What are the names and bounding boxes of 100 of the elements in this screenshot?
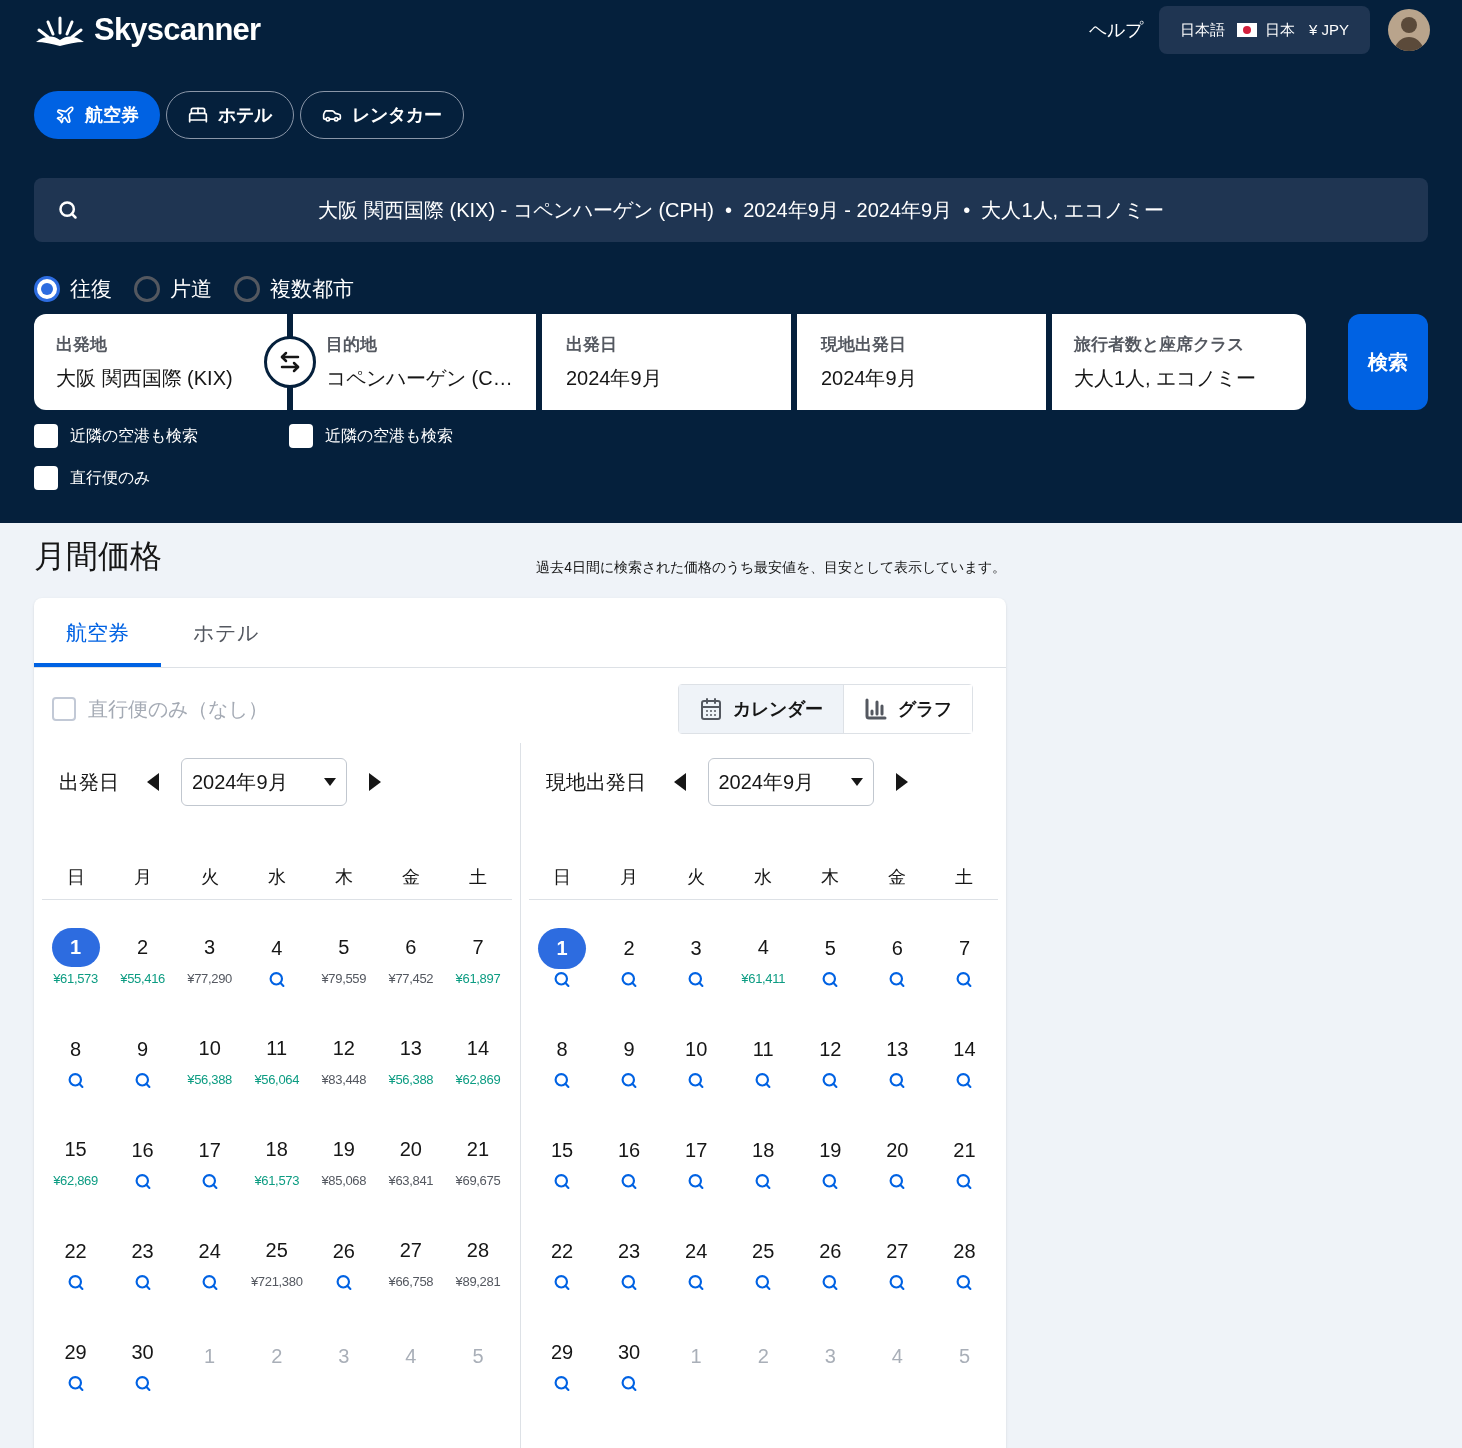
day-button[interactable]: 29 xyxy=(538,1332,587,1373)
day-number: 1 xyxy=(689,1344,703,1369)
day-button[interactable]: 22 xyxy=(538,1231,587,1272)
day-button[interactable]: 25 xyxy=(739,1231,788,1272)
day-button[interactable]: 23 xyxy=(118,1231,167,1272)
checkbox[interactable] xyxy=(34,424,58,448)
search-field[interactable]: 目的地 コペンハーゲン (C… xyxy=(293,314,536,410)
weekday-label: 金 xyxy=(400,865,421,889)
day-button[interactable]: 6 xyxy=(873,928,922,969)
day-button[interactable]: 22 xyxy=(51,1231,100,1272)
day-button[interactable]: 5 xyxy=(806,928,855,969)
view-toggle[interactable]: カレンダー xyxy=(679,685,843,733)
day-button[interactable]: 6 xyxy=(386,928,435,967)
day-button[interactable]: 4 xyxy=(739,928,788,967)
day-button[interactable]: 21 xyxy=(940,1130,989,1171)
day-button[interactable]: 8 xyxy=(51,1029,100,1070)
day-button[interactable]: 4 xyxy=(252,928,301,969)
day-button[interactable]: 20 xyxy=(386,1130,435,1169)
search-field[interactable]: 出発日 2024年9月 xyxy=(542,314,791,410)
checkbox[interactable] xyxy=(289,424,313,448)
day-button[interactable]: 9 xyxy=(118,1029,167,1070)
day-button[interactable]: 1 xyxy=(538,928,587,969)
search-field[interactable]: 現地出発日 2024年9月 xyxy=(797,314,1046,410)
day-button[interactable]: 28 xyxy=(940,1231,989,1272)
day-button[interactable]: 27 xyxy=(873,1231,922,1272)
day-button[interactable]: 11 xyxy=(252,1029,301,1068)
view-toggle[interactable]: グラフ xyxy=(843,685,972,733)
day-button[interactable]: 16 xyxy=(118,1130,167,1171)
radio-button[interactable] xyxy=(134,276,160,302)
day-button[interactable]: 18 xyxy=(252,1130,301,1169)
day-button[interactable]: 2 xyxy=(605,928,654,969)
day-button[interactable]: 3 xyxy=(672,928,721,969)
day-button[interactable]: 25 xyxy=(252,1231,301,1270)
radio-button[interactable] xyxy=(34,276,60,302)
day-button[interactable]: 20 xyxy=(873,1130,922,1171)
day-button[interactable]: 18 xyxy=(739,1130,788,1171)
day-button[interactable]: 19 xyxy=(806,1130,855,1171)
day-button[interactable]: 29 xyxy=(51,1332,100,1373)
day-button[interactable]: 13 xyxy=(873,1029,922,1070)
weekday-label: 水 xyxy=(753,865,774,889)
day-button[interactable]: 14 xyxy=(453,1029,502,1068)
product-tab[interactable]: 航空券 xyxy=(34,91,160,139)
day-button[interactable]: 30 xyxy=(605,1332,654,1373)
weekday-label: 金 xyxy=(887,865,908,889)
day-button[interactable]: 16 xyxy=(605,1130,654,1171)
day-button[interactable]: 7 xyxy=(453,928,502,967)
logo-text[interactable]: Skyscanner xyxy=(94,6,261,54)
day-button[interactable]: 15 xyxy=(51,1130,100,1169)
previous-month-icon[interactable] xyxy=(147,773,159,791)
day-button[interactable]: 19 xyxy=(319,1130,368,1169)
day-number: 2 xyxy=(756,1344,770,1369)
day-button[interactable]: 12 xyxy=(806,1029,855,1070)
day-button[interactable]: 26 xyxy=(319,1231,368,1272)
day-button[interactable]: 1 xyxy=(51,928,100,967)
search-field[interactable]: 旅行者数と座席クラス 大人1人, エコノミー xyxy=(1052,314,1306,410)
card-tab[interactable]: ホテル xyxy=(161,598,291,667)
day-button[interactable]: 30 xyxy=(118,1332,167,1373)
previous-month-icon[interactable] xyxy=(673,773,686,791)
checkbox-label: 直行便のみ（なし） xyxy=(88,697,268,722)
price-label: ¥69,675 xyxy=(455,1171,501,1190)
radio-button[interactable] xyxy=(234,276,260,302)
weekday-label: 木 xyxy=(333,865,354,889)
month-select[interactable]: 2024年9月 xyxy=(707,758,874,806)
day-button[interactable]: 2 xyxy=(118,928,167,967)
day-button[interactable]: 12 xyxy=(319,1029,368,1068)
day-button[interactable]: 23 xyxy=(605,1231,654,1272)
day-button[interactable]: 11 xyxy=(739,1029,788,1070)
locale-button[interactable]: 日本語 日本 ¥ JPY xyxy=(1158,6,1370,54)
day-button[interactable]: 24 xyxy=(185,1231,234,1272)
day-button[interactable]: 5 xyxy=(319,928,368,967)
day-number: 3 xyxy=(823,1344,837,1369)
day-button[interactable]: 3 xyxy=(185,928,234,967)
help-link[interactable]: ヘルプ xyxy=(1088,16,1143,44)
price-label: ¥55,416 xyxy=(120,969,165,988)
day-button[interactable]: 17 xyxy=(185,1130,234,1171)
day-button[interactable]: 27 xyxy=(386,1231,435,1270)
price-label: ¥61,411 xyxy=(741,969,786,988)
month-select[interactable]: 2024年9月 xyxy=(181,758,347,806)
day-button[interactable]: 15 xyxy=(538,1130,587,1171)
checkbox[interactable] xyxy=(34,466,58,490)
day-button[interactable]: 13 xyxy=(386,1029,435,1068)
day-button[interactable]: 28 xyxy=(453,1231,502,1270)
card-tab[interactable]: 航空券 xyxy=(34,598,161,667)
day-button[interactable]: 14 xyxy=(940,1029,989,1070)
day-button[interactable]: 8 xyxy=(538,1029,587,1070)
day-button[interactable]: 17 xyxy=(672,1130,721,1171)
day-button[interactable]: 7 xyxy=(940,928,989,969)
day-button[interactable]: 10 xyxy=(672,1029,721,1070)
search-field[interactable]: 出発地 大阪 関西国際 (KIX) xyxy=(34,314,287,410)
day-button[interactable]: 24 xyxy=(672,1231,721,1272)
day-button[interactable]: 21 xyxy=(453,1130,502,1169)
weekday-label: 月 xyxy=(619,865,640,889)
next-month-icon[interactable] xyxy=(895,773,908,791)
day-button[interactable]: 10 xyxy=(185,1029,234,1068)
search-button[interactable]: 検索 xyxy=(1348,314,1428,410)
day-button[interactable]: 26 xyxy=(806,1231,855,1272)
avatar[interactable] xyxy=(1388,9,1430,51)
day-button[interactable]: 9 xyxy=(605,1029,654,1070)
next-month-icon[interactable] xyxy=(369,773,381,791)
search-summary-bar[interactable]: 大阪 関西国際 (KIX) - コペンハーゲン (CPH) • 2024年9月 - 2024年9月 • 大人1人, エコノミー xyxy=(34,178,1428,242)
